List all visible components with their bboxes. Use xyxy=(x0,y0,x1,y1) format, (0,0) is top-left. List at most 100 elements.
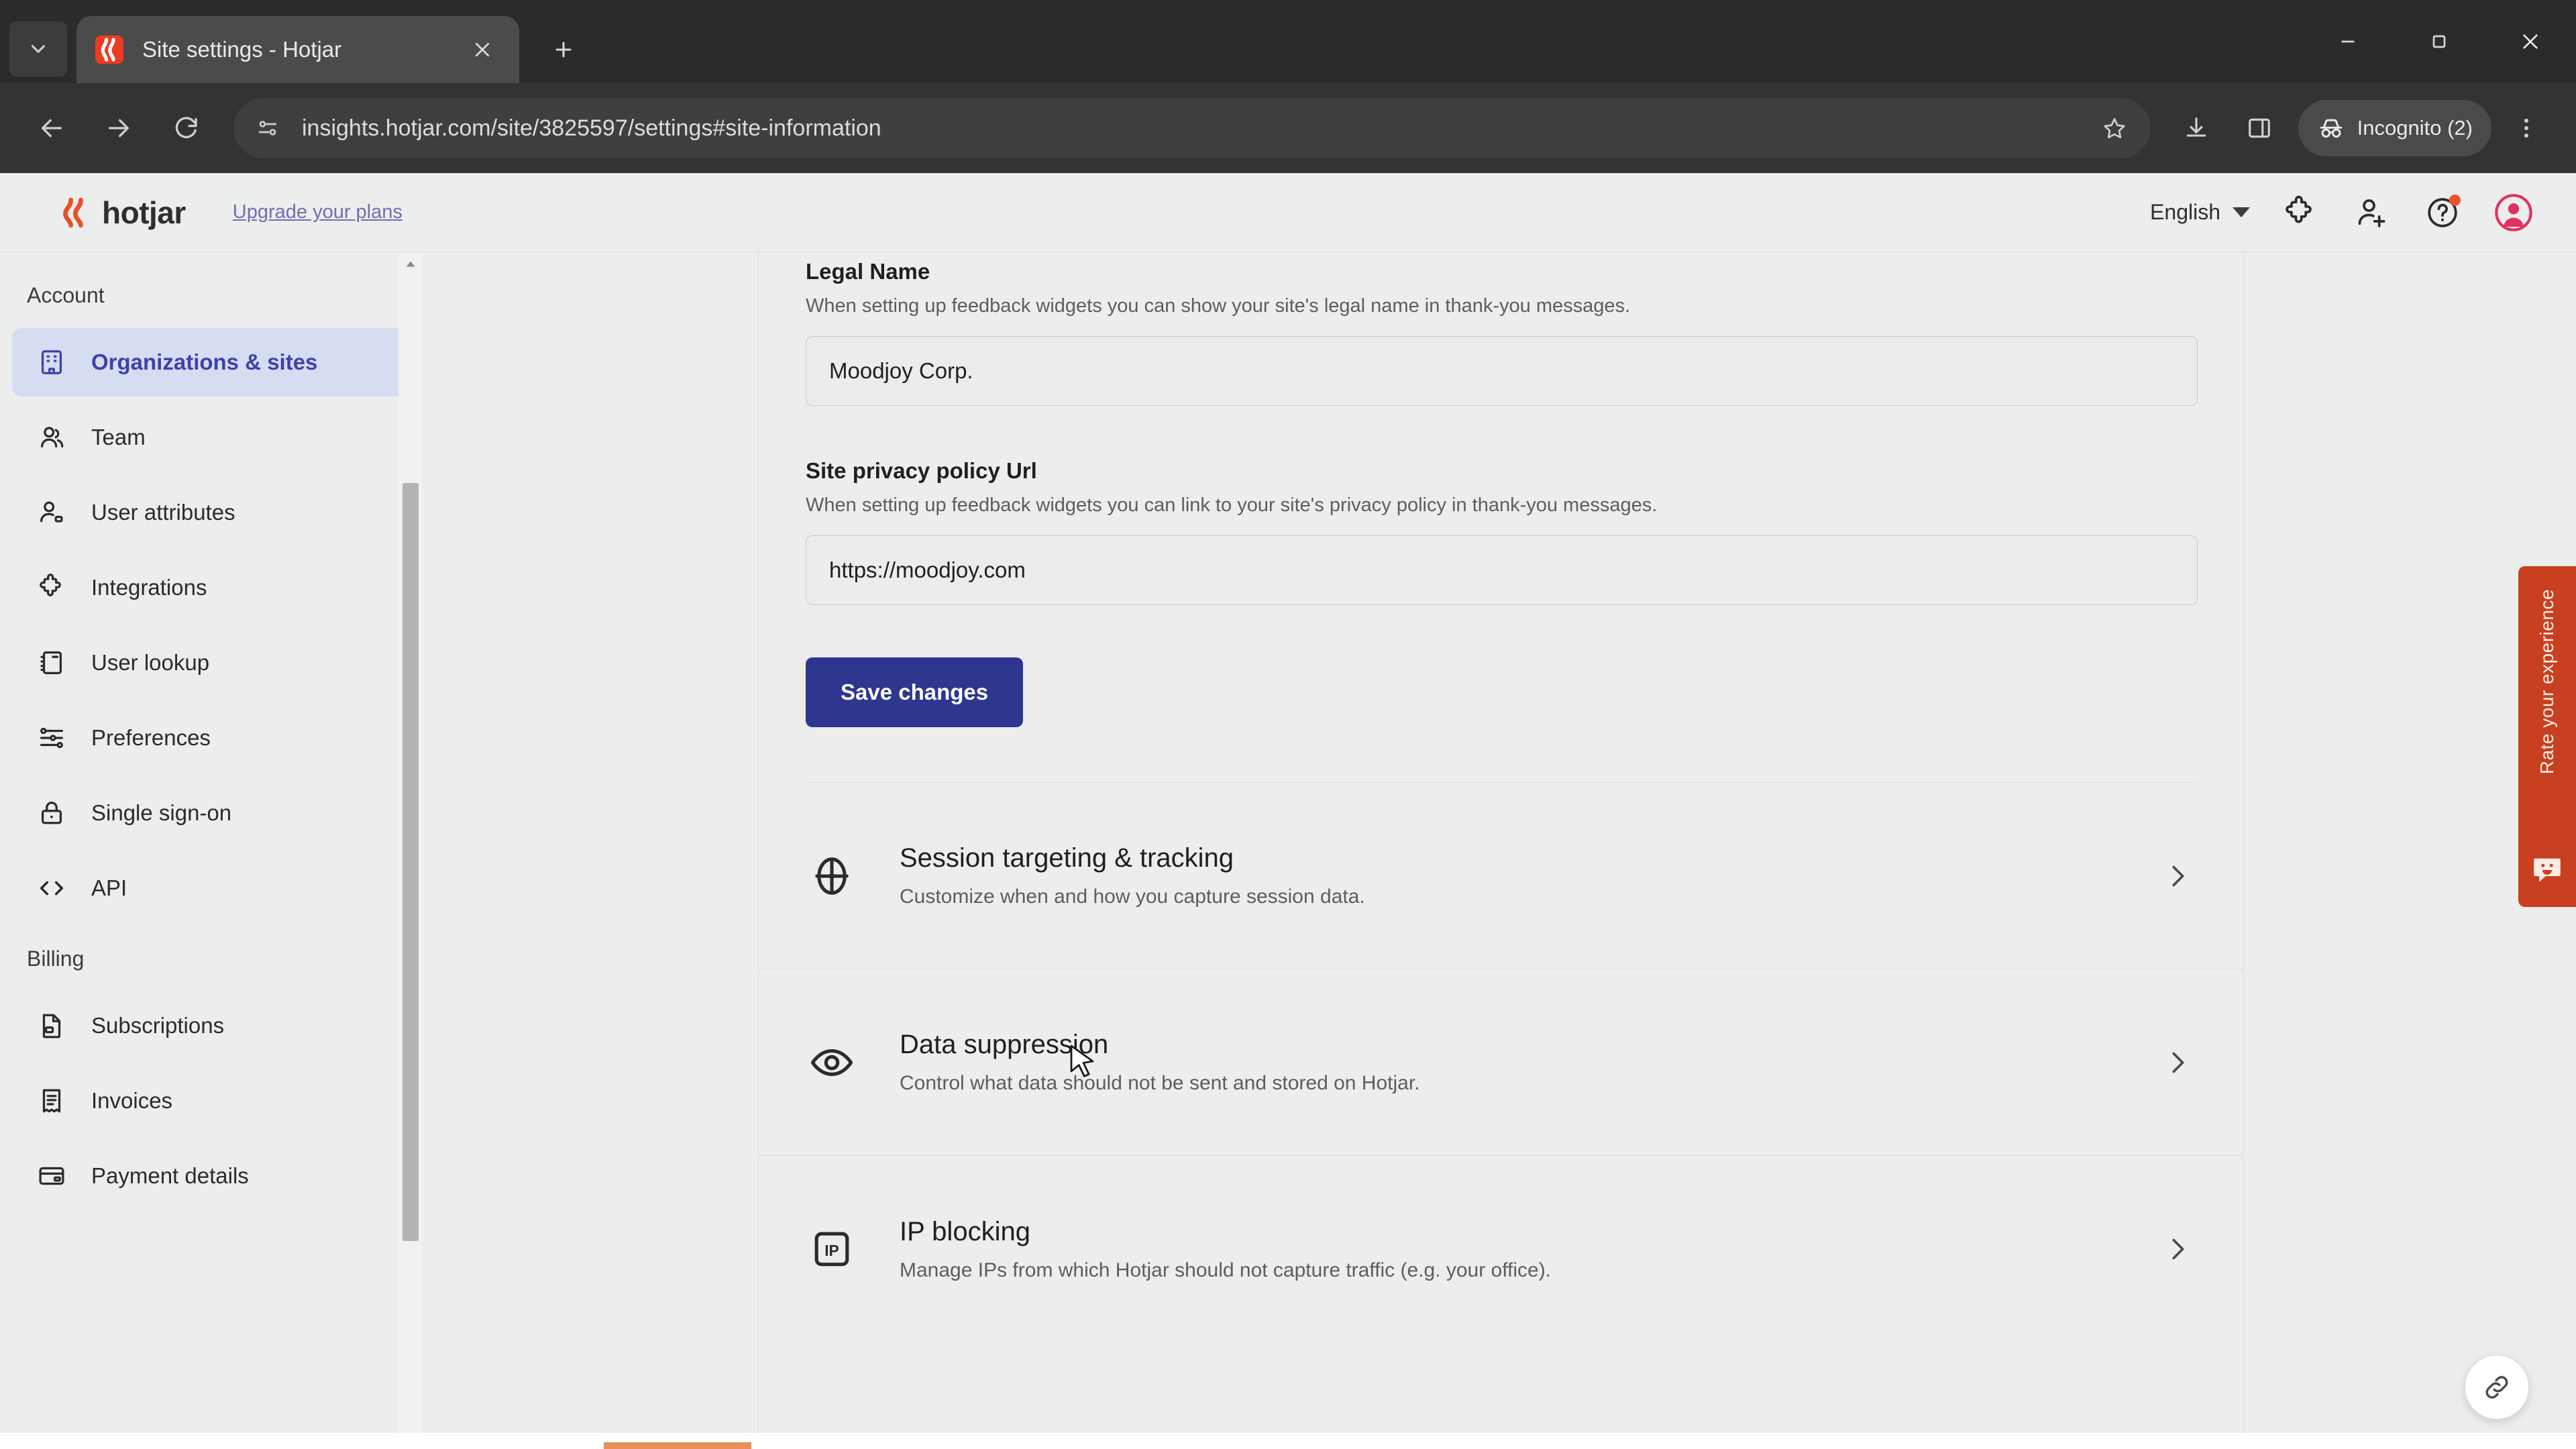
save-changes-button[interactable]: Save changes xyxy=(806,657,1024,727)
site-settings-tune-icon xyxy=(258,121,277,136)
section-desc: Customize when and how you capture sessi… xyxy=(900,885,1365,908)
eye-icon xyxy=(806,1036,858,1089)
page-bottom-accent xyxy=(604,1442,751,1449)
web-page: hotjar Upgrade your plans English Accoun… xyxy=(0,173,2576,1449)
downloads-button[interactable] xyxy=(2168,100,2224,156)
section-ip-blocking[interactable]: IP IP blocking Manage IPs from which Hot… xyxy=(759,1156,2243,1342)
legal-name-input[interactable]: Moodjoy Corp. xyxy=(806,336,2198,406)
smiley-face-icon xyxy=(2530,853,2564,890)
settings-card: Legal Name When setting up feedback widg… xyxy=(758,252,2244,1449)
section-data-suppression[interactable]: Data suppression Control what data shoul… xyxy=(759,969,2243,1156)
side-panel-icon xyxy=(2248,118,2270,138)
svg-text:IP: IP xyxy=(824,1242,839,1259)
browser-tab[interactable]: Site settings - Hotjar xyxy=(76,16,519,83)
section-title: IP blocking xyxy=(900,1216,1030,1246)
close-tab-button[interactable] xyxy=(464,32,500,68)
logo-wordmark: hotjar xyxy=(102,195,186,230)
sidebar-item-subscriptions[interactable]: Subscriptions xyxy=(12,991,411,1060)
side-panel-button[interactable] xyxy=(2231,100,2288,156)
sidebar-item-payment-details[interactable]: Payment details xyxy=(12,1142,411,1210)
sidebar-group-title-billing: Billing xyxy=(27,947,85,971)
avatar[interactable] xyxy=(2493,192,2534,233)
sidebar-scrollbar[interactable] xyxy=(398,252,423,1449)
forward-button[interactable] xyxy=(89,98,149,158)
maximize-button[interactable] xyxy=(2394,0,2485,83)
address-bar[interactable]: insights.hotjar.com/site/3825597/setting… xyxy=(233,98,2151,158)
site-settings-button[interactable] xyxy=(246,106,290,150)
user-tag-icon xyxy=(35,496,68,529)
browser-menu-button[interactable] xyxy=(2498,100,2555,156)
tab-search-button[interactable] xyxy=(9,21,67,76)
sidebar-item-integrations[interactable]: Integrations xyxy=(12,553,411,622)
sidebar-item-user-lookup[interactable]: User lookup xyxy=(12,629,411,697)
hotjar-logo[interactable]: hotjar xyxy=(56,195,186,231)
scrollbar-track[interactable] xyxy=(398,276,423,1425)
section-title: Data suppression xyxy=(900,1030,1109,1059)
scrollbar-thumb[interactable] xyxy=(402,483,419,1242)
minimize-button[interactable] xyxy=(2302,0,2394,83)
chevron-right-icon[interactable] xyxy=(2159,1044,2196,1081)
chevron-right-icon[interactable] xyxy=(2159,857,2196,895)
section-text: Session targeting & tracking Customize w… xyxy=(900,843,2159,908)
integrations-button[interactable] xyxy=(2279,192,2321,233)
language-selector[interactable]: English xyxy=(2150,200,2250,225)
rate-experience-tab[interactable]: Rate your experience xyxy=(2518,566,2576,907)
receipt-icon xyxy=(35,1084,68,1118)
sidebar-item-api[interactable]: API xyxy=(12,854,411,922)
upgrade-plans-link[interactable]: Upgrade your plans xyxy=(233,201,402,223)
section-desc: Manage IPs from which Hotjar should not … xyxy=(900,1258,1552,1281)
star-icon xyxy=(2104,118,2125,139)
sidebar-item-invoices[interactable]: Invoices xyxy=(12,1067,411,1135)
sliders-icon xyxy=(35,721,68,755)
incognito-label: Incognito (2) xyxy=(2357,116,2473,140)
sidebar: Account Organizations & sites Team User … xyxy=(0,252,423,1449)
help-notification-badge xyxy=(2449,194,2461,206)
tab-title: Site settings - Hotjar xyxy=(142,37,342,62)
incognito-hat-icon xyxy=(2320,119,2343,138)
reload-button[interactable] xyxy=(156,98,216,158)
sidebar-item-organizations-sites[interactable]: Organizations & sites xyxy=(12,328,411,396)
section-session-targeting[interactable]: Session targeting & tracking Customize w… xyxy=(759,783,2243,969)
sidebar-item-label: Subscriptions xyxy=(91,1013,225,1038)
building-icon xyxy=(35,345,68,379)
invite-user-button[interactable] xyxy=(2351,192,2392,233)
section-desc: Control what data should not be sent and… xyxy=(900,1072,1420,1094)
field-spacer xyxy=(806,406,2196,458)
section-text: IP blocking Manage IPs from which Hotjar… xyxy=(900,1217,2159,1282)
sidebar-item-single-sign-on[interactable]: Single sign-on xyxy=(12,779,411,847)
scroll-up-button[interactable] xyxy=(398,252,423,276)
page-body: Account Organizations & sites Team User … xyxy=(0,252,2576,1449)
document-card-icon xyxy=(35,1009,68,1042)
download-icon xyxy=(2186,117,2206,137)
legal-name-label: Legal Name xyxy=(806,259,930,284)
chevron-right-icon[interactable] xyxy=(2159,1230,2196,1268)
legal-name-help: When setting up feedback widgets you can… xyxy=(806,295,1631,317)
incognito-indicator[interactable]: Incognito (2) xyxy=(2298,100,2491,156)
maximize-icon xyxy=(2432,35,2446,48)
new-tab-button[interactable] xyxy=(539,25,588,74)
reload-icon xyxy=(175,117,197,138)
sidebar-item-label: Invoices xyxy=(91,1088,173,1113)
sidebar-item-user-attributes[interactable]: User attributes xyxy=(12,478,411,547)
sidebar-item-label: Single sign-on xyxy=(91,800,232,825)
hotjar-logo-icon xyxy=(63,197,83,227)
privacy-url-input[interactable]: https://moodjoy.com xyxy=(806,535,2198,605)
code-brackets-icon xyxy=(35,871,68,905)
help-button[interactable] xyxy=(2422,192,2463,233)
sidebar-item-label: Payment details xyxy=(91,1163,249,1188)
sidebar-item-team[interactable]: Team xyxy=(12,403,411,472)
bookmark-button[interactable] xyxy=(2090,104,2139,152)
sidebar-item-label: User attributes xyxy=(91,500,235,525)
close-window-button[interactable] xyxy=(2485,0,2576,83)
copy-link-button[interactable] xyxy=(2465,1355,2529,1419)
section-title: Session targeting & tracking xyxy=(900,843,1234,873)
browser-window: Site settings - Hotjar insights.hotjar.c… xyxy=(0,0,2576,1449)
sidebar-group-title-account: Account xyxy=(27,283,105,307)
hotjar-mark-icon xyxy=(101,38,115,62)
crosshair-target-icon xyxy=(806,850,858,902)
sidebar-item-label: Team xyxy=(91,425,146,449)
header-actions: English xyxy=(2150,192,2534,233)
back-button[interactable] xyxy=(21,98,82,158)
sidebar-item-preferences[interactable]: Preferences xyxy=(12,704,411,772)
credit-card-icon xyxy=(35,1159,68,1193)
